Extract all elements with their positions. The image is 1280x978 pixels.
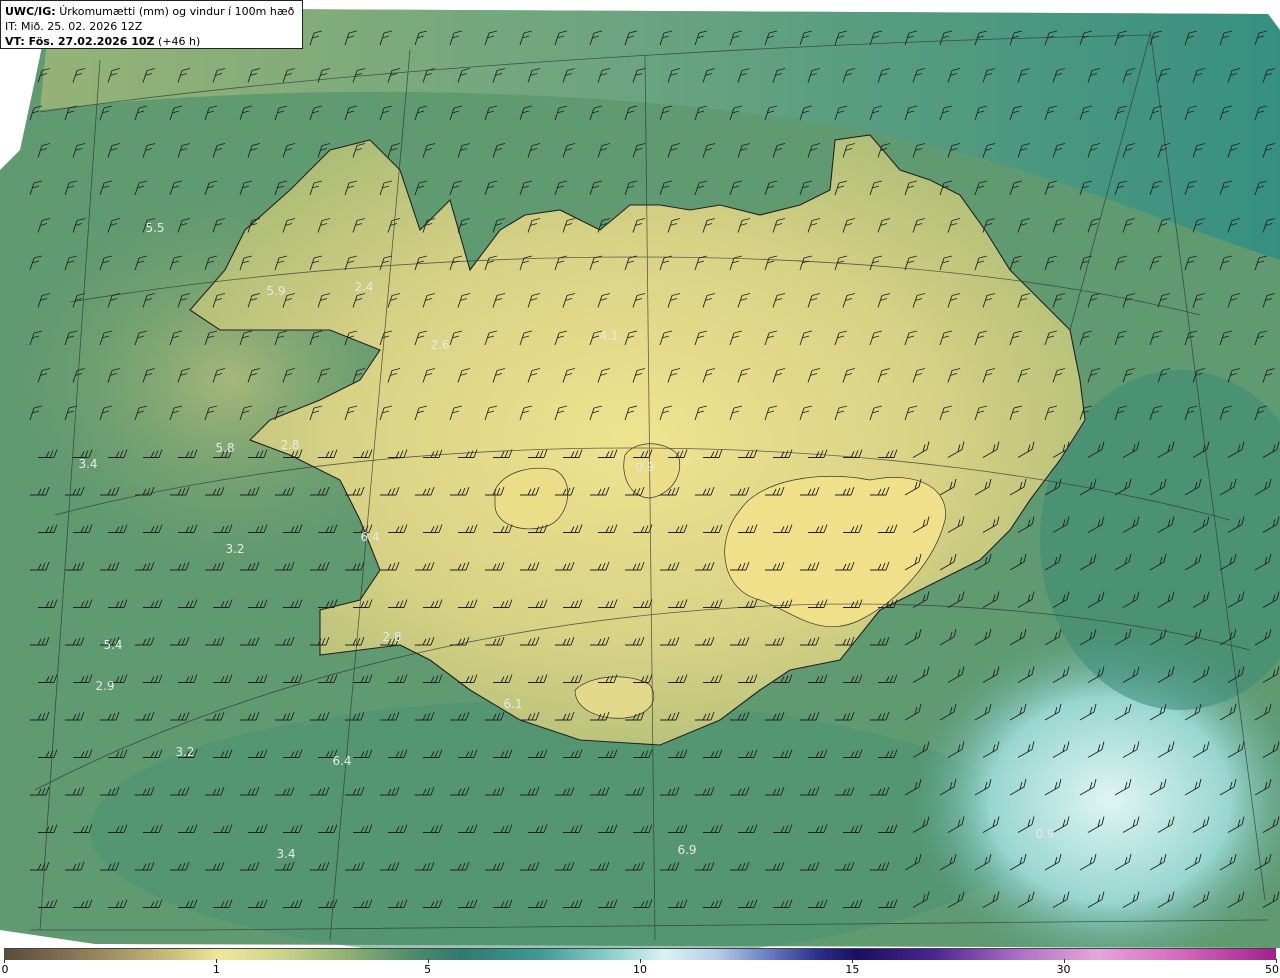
map-canvas: 5.5 5.9 2.4 2.6 4.1 3.4 5.8 2.8 6.4 3.2 5.4 2.9 2.8 6… bbox=[0, 8, 1280, 948]
precip-value-label: 3.2 bbox=[225, 542, 244, 556]
colorbar-tick-label: 1 bbox=[212, 963, 220, 976]
valid-time: VT: Fös. 27.02.2026 10Z bbox=[5, 35, 155, 48]
precip-value-label: 3.2 bbox=[175, 745, 194, 759]
valid-time-line: VT: Fös. 27.02.2026 10Z (+46 h) bbox=[5, 34, 298, 49]
langjokull bbox=[494, 467, 569, 530]
precip-value-label: 4.1 bbox=[599, 329, 618, 343]
precip-value-label: 6.4 bbox=[360, 530, 379, 544]
issue-time: IT: Mið. 25. 02. 2026 12Z bbox=[5, 20, 143, 33]
precip-value-label: 5.8 bbox=[215, 441, 234, 455]
info-box: UWC/IG: Úrkomumætti (mm) og vindur í 100… bbox=[0, 0, 303, 49]
precip-value-label: 2.4 bbox=[354, 280, 373, 294]
precip-value-label: 5.9 bbox=[266, 284, 285, 298]
precip-value-label: 2.9 bbox=[95, 679, 114, 693]
map-area: 5.5 5.9 2.4 2.6 4.1 3.4 5.8 2.8 6.4 3.2 5.4 2.9 2.8 6… bbox=[0, 0, 1280, 948]
precip-value-label: 0.9 bbox=[1035, 827, 1054, 841]
lead-time: (+46 h) bbox=[158, 35, 201, 48]
colorbar-tick-label: 30 bbox=[1056, 963, 1071, 976]
precip-value-label: 6.4 bbox=[332, 754, 351, 768]
field-description: Úrkomumætti (mm) og vindur í 100m hæð bbox=[59, 5, 295, 18]
precip-value-label: 5.5 bbox=[145, 221, 164, 235]
south-wet-area bbox=[90, 700, 1030, 948]
colorbar-tick-label: 10 bbox=[633, 963, 647, 976]
colorbar-tick-label: 0 bbox=[1, 963, 9, 976]
colorbar-tick-label: 5 bbox=[424, 963, 432, 976]
title-line: UWC/IG: Úrkomumætti (mm) og vindur í 100… bbox=[5, 4, 298, 19]
precip-value-label: 6.9 bbox=[677, 843, 696, 857]
precip-value-label: 2.8 bbox=[280, 438, 299, 452]
precip-value-label: 3.4 bbox=[78, 457, 97, 471]
precip-value-label: 3.4 bbox=[276, 847, 295, 861]
precip-value-label: 2.6 bbox=[430, 338, 449, 352]
colorbar-tick-label: 50 bbox=[1265, 963, 1279, 976]
colorbar-tick-label: 15 bbox=[845, 963, 860, 976]
colorbar-legend: 0 1 5 10 15 30 50 bbox=[0, 948, 1280, 978]
precip-value-label: 2.8 bbox=[382, 630, 401, 644]
model-name: UWC/IG: bbox=[5, 5, 56, 18]
precip-value-label: 0.9 bbox=[635, 460, 654, 474]
precip-value-label: 6.1 bbox=[503, 697, 522, 711]
precip-value-label: 5.4 bbox=[103, 638, 122, 652]
